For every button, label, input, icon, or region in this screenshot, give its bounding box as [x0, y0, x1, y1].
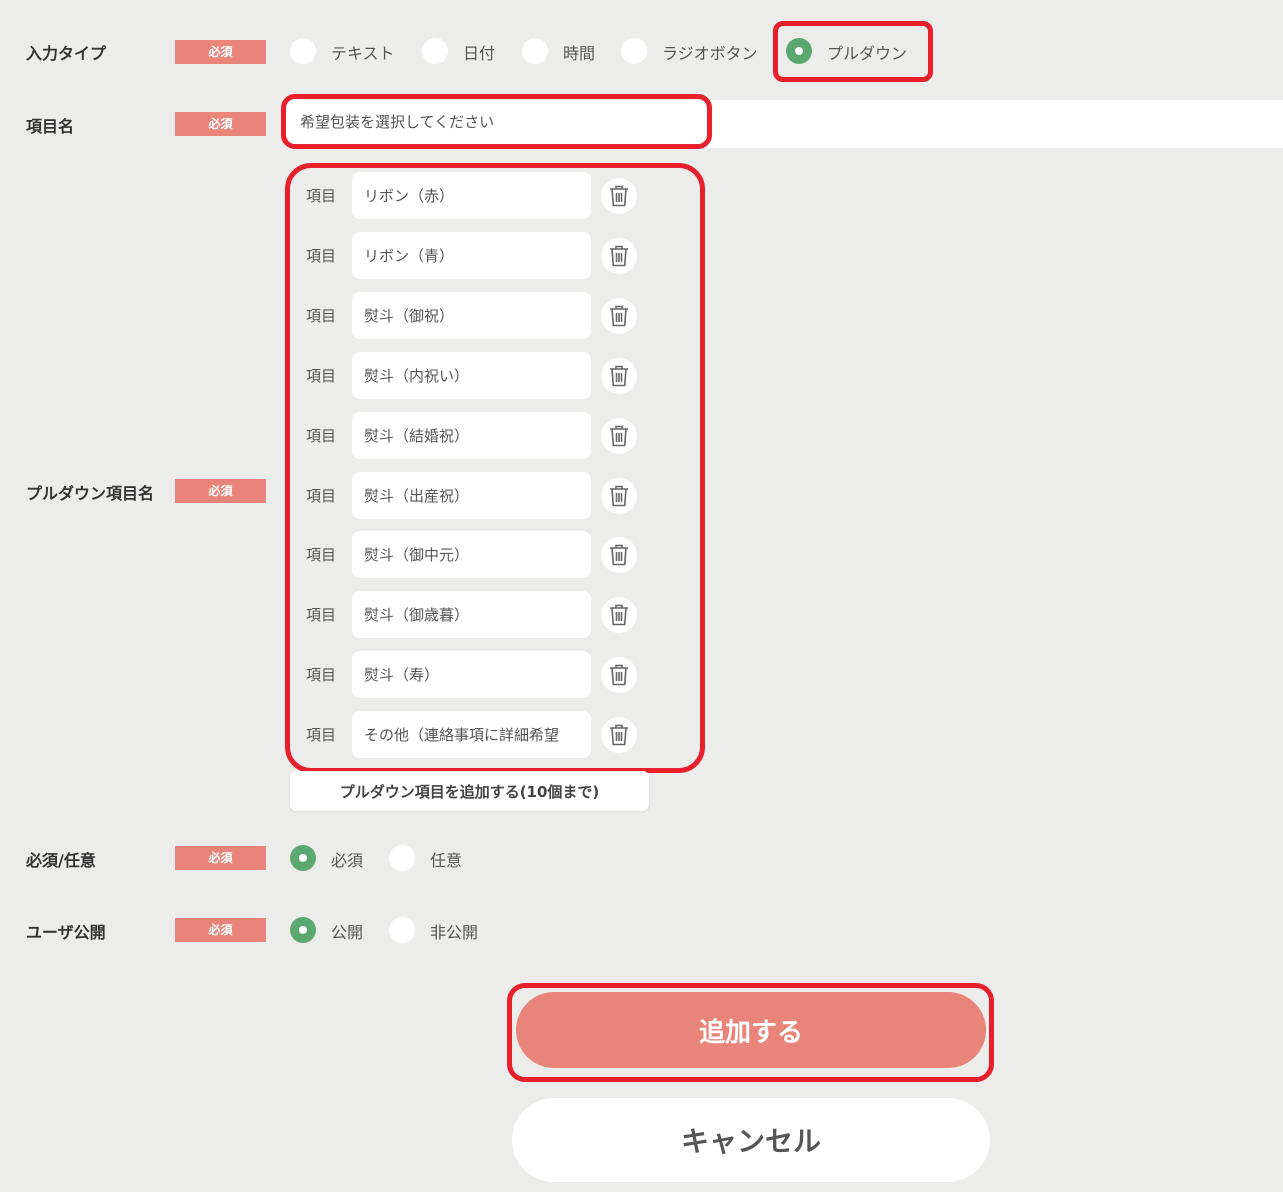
radio-required-label: 必須 — [331, 851, 364, 870]
user-public-label: ユーザ公開 — [26, 923, 106, 942]
required-badge: 必須 — [175, 112, 266, 136]
radio-public-label: 公開 — [331, 923, 364, 942]
highlight-pulldown-option — [773, 21, 933, 82]
input-type-label: 入力タイプ — [26, 44, 107, 63]
highlight-item-name — [281, 94, 712, 149]
required-optional-label: 必須/任意 — [26, 851, 96, 870]
radio-required[interactable] — [290, 845, 316, 871]
radio-private[interactable] — [389, 917, 415, 943]
cancel-button[interactable]: キャンセル — [512, 1098, 990, 1182]
radio-radiobutton-label: ラジオボタン — [662, 44, 758, 63]
radio-time[interactable] — [522, 38, 548, 64]
radio-time-label: 時間 — [563, 44, 596, 63]
required-badge: 必須 — [175, 479, 266, 503]
radio-date[interactable] — [422, 38, 448, 64]
item-name-label: 項目名 — [26, 117, 75, 136]
required-badge: 必須 — [175, 918, 266, 942]
radio-optional[interactable] — [389, 845, 415, 871]
required-badge: 必須 — [175, 846, 266, 870]
radio-date-label: 日付 — [463, 44, 496, 63]
pulldown-items-label: プルダウン項目名 — [26, 484, 155, 503]
highlight-submit-button — [507, 983, 994, 1082]
highlight-pulldown-items — [285, 163, 705, 773]
radio-private-label: 非公開 — [430, 923, 479, 942]
add-pulldown-item-button[interactable]: プルダウン項目を追加する(10個まで) — [290, 771, 649, 811]
radio-public[interactable] — [290, 917, 316, 943]
radio-radiobutton[interactable] — [621, 38, 647, 64]
required-badge: 必須 — [175, 40, 266, 64]
radio-text-label: テキスト — [331, 44, 395, 63]
radio-text[interactable] — [290, 38, 316, 64]
radio-optional-label: 任意 — [430, 851, 463, 870]
